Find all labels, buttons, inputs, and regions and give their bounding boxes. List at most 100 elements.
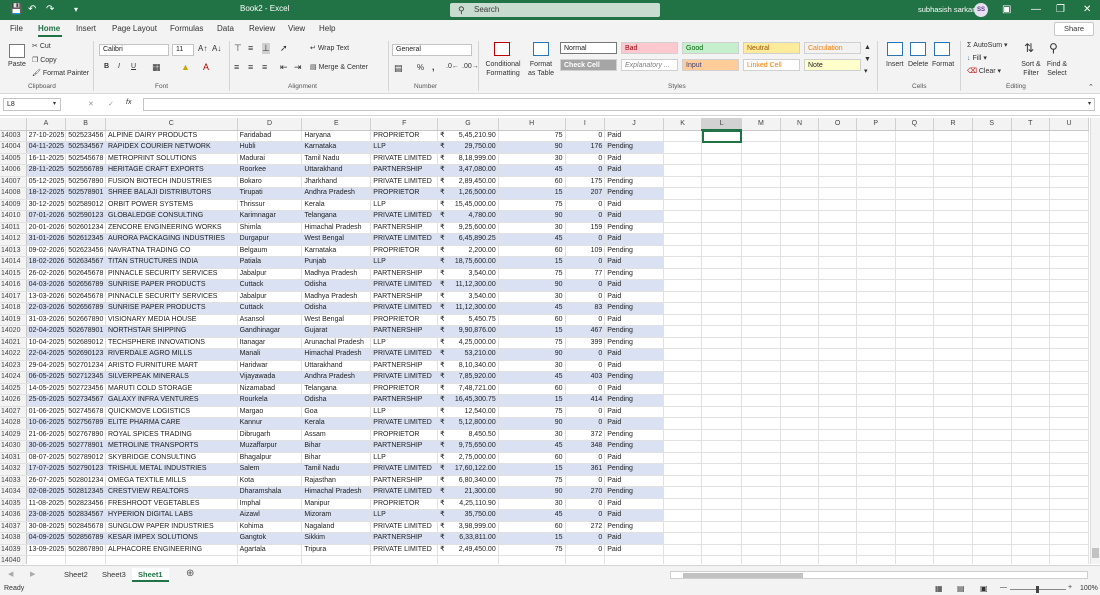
avatar[interactable]: SS	[974, 3, 988, 17]
company-cell[interactable]: NAVRATNA TRADING CO	[105, 245, 238, 257]
status-cell[interactable]: Paid	[604, 130, 664, 142]
empty-cell[interactable]	[972, 429, 1012, 441]
empty-cell[interactable]	[780, 498, 820, 510]
overdue-cell[interactable]: 414	[565, 394, 606, 407]
date-cell[interactable]: 07-01-2026	[26, 210, 67, 223]
empty-cell[interactable]	[818, 314, 857, 326]
account-cell[interactable]: 502701234	[65, 360, 106, 372]
status-cell[interactable]: Pending	[604, 463, 664, 476]
account-cell[interactable]: 502623456	[65, 245, 106, 257]
empty-cell[interactable]	[780, 475, 820, 487]
number-format-dropdown[interactable]: General	[392, 44, 472, 56]
type-cell[interactable]: PRIVATE LIMITED	[370, 371, 439, 384]
empty-cell[interactable]	[1049, 291, 1089, 303]
empty-cell[interactable]	[741, 463, 781, 476]
state-cell[interactable]: Uttarakhand	[301, 360, 372, 372]
empty-cell[interactable]	[895, 130, 935, 142]
empty-cell[interactable]	[818, 302, 857, 315]
insert-button[interactable]: Insert	[886, 61, 904, 68]
status-cell[interactable]: Pending	[604, 222, 664, 234]
empty-cell[interactable]	[701, 532, 743, 545]
state-cell[interactable]: Kerala	[301, 199, 372, 211]
row-header[interactable]: 14034	[0, 486, 27, 499]
empty-cell[interactable]	[663, 348, 703, 361]
empty-cell[interactable]	[1011, 302, 1051, 315]
overdue-cell[interactable]: 0	[565, 360, 606, 372]
city-cell[interactable]: Gangtok	[237, 532, 303, 545]
empty-cell[interactable]	[780, 532, 820, 545]
prev-sheet-icon[interactable]: ◀	[8, 570, 13, 578]
date-cell[interactable]: 18-12-2025	[26, 187, 67, 200]
company-cell[interactable]: PINNACLE SECURITY SERVICES	[105, 291, 238, 303]
row-header[interactable]: 14015	[0, 268, 27, 280]
name-box-dropdown-icon[interactable]: ▾	[53, 100, 56, 107]
empty-cell[interactable]	[818, 279, 857, 292]
company-cell[interactable]: KESAR IMPEX SOLUTIONS	[105, 532, 238, 545]
column-header-m[interactable]: M	[741, 118, 781, 131]
empty-cell[interactable]	[780, 463, 820, 476]
worksheet-grid[interactable]: ABCDEFGHIJKLMNOPQRSTU 14003 27-10-2025 502…	[0, 118, 1100, 564]
close-icon[interactable]: ✕	[1083, 3, 1091, 17]
days-cell[interactable]: 75	[498, 130, 566, 142]
status-cell[interactable]: Pending	[604, 521, 664, 533]
amount-cell[interactable]: ₹2,75,000.00	[437, 452, 499, 464]
state-cell[interactable]: Goa	[301, 406, 372, 418]
empty-cell[interactable]	[972, 222, 1012, 234]
empty-cell[interactable]	[663, 176, 703, 188]
empty-cell[interactable]	[741, 187, 781, 200]
empty-cell[interactable]	[1011, 360, 1051, 372]
empty-cell[interactable]	[933, 291, 973, 303]
empty-cell[interactable]	[1011, 268, 1051, 280]
type-cell[interactable]: PROPRIETOR	[370, 314, 439, 326]
empty-cell[interactable]	[933, 429, 973, 441]
days-cell[interactable]: 75	[498, 199, 566, 211]
overdue-cell[interactable]: 399	[565, 337, 606, 349]
status-cell[interactable]: Pending	[604, 440, 664, 453]
empty-cell[interactable]	[933, 371, 973, 384]
state-cell[interactable]: West Bengal	[301, 233, 372, 246]
vertical-scrollbar[interactable]	[1090, 118, 1100, 564]
empty-cell[interactable]	[972, 337, 1012, 349]
empty-cell[interactable]	[1011, 130, 1051, 142]
amount-cell[interactable]: ₹3,540.00	[437, 268, 499, 280]
state-cell[interactable]: Bihar	[301, 452, 372, 464]
date-cell[interactable]: 31-01-2026	[26, 233, 67, 246]
empty-cell[interactable]	[1049, 222, 1089, 234]
company-cell[interactable]: SKYBRIDGE CONSULTING	[105, 452, 238, 464]
column-header-e[interactable]: E	[301, 118, 372, 131]
empty-cell[interactable]	[1011, 417, 1051, 430]
account-cell[interactable]: 502634567	[65, 256, 106, 269]
city-cell[interactable]: Jabalpur	[237, 268, 303, 280]
amount-cell[interactable]: ₹6,80,340.00	[437, 475, 499, 487]
status-cell[interactable]: Pending	[604, 302, 664, 315]
empty-cell[interactable]	[1049, 498, 1089, 510]
empty-cell[interactable]	[1049, 141, 1089, 154]
column-header-n[interactable]: N	[780, 118, 820, 131]
date-cell[interactable]: 04-09-2025	[26, 532, 67, 545]
status-cell[interactable]: Paid	[604, 279, 664, 292]
date-cell[interactable]: 18-02-2026	[26, 256, 67, 269]
empty-cell[interactable]	[701, 187, 743, 200]
empty-cell[interactable]	[972, 463, 1012, 476]
empty-cell[interactable]	[895, 429, 935, 441]
empty-cell[interactable]	[741, 509, 781, 522]
sheet-tab-sheet1[interactable]: Sheet1	[132, 568, 169, 582]
empty-cell[interactable]	[933, 176, 973, 188]
overdue-cell[interactable]: 403	[565, 371, 606, 384]
overdue-cell[interactable]: 467	[565, 325, 606, 338]
amount-cell[interactable]: ₹5,12,800.00	[437, 417, 499, 430]
empty-cell[interactable]	[895, 314, 935, 326]
column-header-c[interactable]: C	[105, 118, 238, 131]
empty-cell[interactable]	[1049, 153, 1089, 165]
empty-cell[interactable]	[818, 130, 857, 142]
empty-cell[interactable]	[1011, 383, 1051, 395]
status-cell[interactable]: Paid	[604, 210, 664, 223]
empty-cell[interactable]	[895, 452, 935, 464]
amount-cell[interactable]: ₹29,750.00	[437, 141, 499, 154]
state-cell[interactable]: Andhra Pradesh	[301, 371, 372, 384]
amount-cell[interactable]	[437, 555, 499, 564]
empty-cell[interactable]	[895, 532, 935, 545]
status-cell[interactable]: Paid	[604, 153, 664, 165]
empty-cell[interactable]	[856, 291, 896, 303]
empty-cell[interactable]	[895, 498, 935, 510]
